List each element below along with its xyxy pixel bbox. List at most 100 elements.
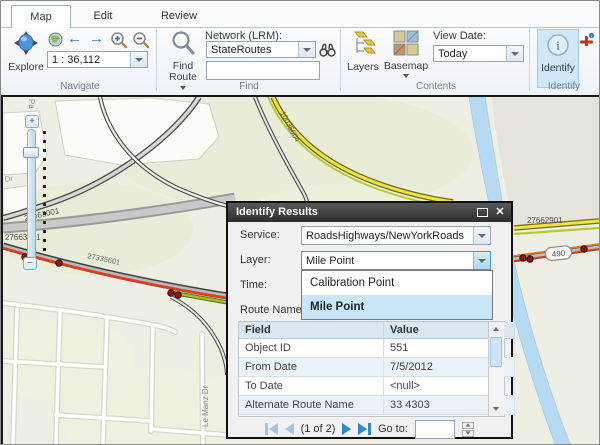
network-dropdown-button[interactable]: [298, 42, 315, 57]
svg-text:490: 490: [551, 249, 566, 259]
dropdown-option-mile-point[interactable]: Mile Point: [302, 295, 492, 319]
table-header-row: Field Value: [239, 322, 515, 339]
scale-combobox[interactable]: 1 : 36,112: [47, 51, 148, 68]
view-date-label: View Date:: [433, 30, 486, 42]
street-label: Le Manz Dr: [201, 385, 210, 427]
layer-dropdown-list: Calibration Point Mile Point: [301, 270, 493, 320]
layer-value: Mile Point: [302, 255, 473, 267]
identify-group-label: Identify: [531, 81, 597, 92]
binoculars-icon[interactable]: [319, 42, 336, 63]
table-row[interactable]: To Date<null>: [239, 377, 515, 396]
zoom-slider[interactable]: + −: [21, 115, 47, 275]
identify-table-body: Object ID551From Date7/5/2012To Date<nul…: [239, 339, 515, 415]
globe-icon[interactable]: [48, 32, 63, 52]
spinner-up-button[interactable]: [462, 422, 474, 429]
route-name-label: Route Name:: [240, 301, 305, 320]
triangle-down-icon: [493, 407, 499, 411]
explore-icon: [12, 29, 40, 62]
attribute-table: Field Value Object ID551From Date7/5/201…: [238, 321, 505, 417]
identify-label: Identify: [541, 63, 575, 74]
tab-review[interactable]: Review: [137, 5, 221, 27]
spinner-down-button[interactable]: [462, 430, 474, 437]
chevron-down-icon: [478, 234, 486, 238]
view-date-combobox[interactable]: Today: [433, 45, 524, 62]
table-row[interactable]: Object ID551: [239, 339, 515, 358]
contents-group-label: Contents: [343, 81, 529, 92]
view-date-dropdown-button[interactable]: [506, 46, 523, 61]
layer-dropdown-button[interactable]: [473, 252, 490, 269]
chevron-down-icon: [303, 48, 311, 52]
scale-value: 1 : 36,112: [48, 54, 130, 66]
street-label: Pa: [27, 99, 36, 110]
triangle-down-icon: [466, 431, 471, 434]
goto-page-input[interactable]: [415, 420, 455, 439]
next-icon: [342, 423, 351, 435]
zoom-slider-ticks: [43, 131, 46, 255]
route-shield-490: 490: [545, 245, 572, 261]
service-combobox[interactable]: RoadsHighways/NewYorkRoads: [301, 226, 491, 245]
next-page-button[interactable]: [342, 423, 351, 435]
triangle-up-icon: [493, 327, 499, 331]
identify-route-tool-icon[interactable]: i: [578, 32, 595, 54]
chevron-down-icon: [511, 52, 519, 56]
dialog-titlebar[interactable]: Identify Results ✕: [228, 203, 511, 222]
zoom-slider-plus-button[interactable]: +: [25, 115, 39, 128]
goto-spinner[interactable]: [462, 422, 474, 437]
layers-button[interactable]: Layers: [345, 29, 381, 73]
scrollbar-thumb[interactable]: [490, 337, 502, 367]
scroll-up-button[interactable]: [489, 322, 503, 336]
route-input[interactable]: [206, 61, 320, 80]
skip-last-icon: [358, 423, 367, 435]
ribbon-tab-row: Map Edit Review: [1, 1, 599, 28]
basemap-button[interactable]: Basemap: [383, 29, 429, 78]
maximize-button[interactable]: [476, 203, 492, 222]
table-scrollbar[interactable]: [488, 322, 504, 416]
table-row[interactable]: Alternate Route Name33 4303: [239, 396, 515, 415]
dropdown-option-calibration-point[interactable]: Calibration Point: [302, 271, 492, 295]
zoom-slider-handle[interactable]: [23, 147, 39, 158]
table-row[interactable]: From Date7/5/2012: [239, 358, 515, 377]
time-label: Time:: [240, 276, 267, 295]
view-date-value: Today: [434, 48, 506, 60]
tab-edit[interactable]: Edit: [71, 5, 135, 27]
basemap-label: Basemap: [384, 61, 428, 72]
goto-label: Go to:: [378, 423, 408, 435]
layer-label: Layer:: [240, 251, 271, 270]
service-label: Service:: [240, 226, 280, 245]
layer-combobox[interactable]: Mile Point: [301, 251, 491, 270]
service-dropdown-button[interactable]: [473, 227, 490, 244]
skip-first-icon: [269, 423, 278, 435]
last-page-button[interactable]: [358, 423, 371, 435]
scale-dropdown-button[interactable]: [130, 52, 147, 67]
close-icon: ✕: [495, 206, 504, 218]
identify-icon: i: [546, 33, 570, 60]
field-cell: Object ID: [239, 339, 384, 358]
chevron-down-icon: [478, 259, 486, 263]
back-arrow-icon[interactable]: ←: [67, 31, 82, 47]
previous-page-button[interactable]: [285, 423, 294, 435]
tab-map[interactable]: Map: [11, 5, 71, 28]
layers-label: Layers: [347, 62, 379, 73]
identify-results-dialog: Identify Results ✕ Service: RoadsHighway…: [226, 201, 513, 439]
svg-text:i: i: [556, 38, 560, 53]
pagination-bar: (1 of 2) Go to:: [238, 420, 501, 438]
basemap-icon: [393, 29, 420, 61]
find-route-icon: [170, 30, 196, 61]
field-column-header[interactable]: Field: [239, 322, 384, 339]
scroll-down-button[interactable]: [489, 402, 503, 416]
network-combobox[interactable]: StateRoutes: [206, 41, 316, 58]
application-window: Map Edit Review Explore: [0, 0, 600, 445]
layers-icon: [349, 29, 377, 62]
page-indicator: (1 of 2): [301, 423, 336, 435]
previous-icon: [285, 423, 294, 435]
first-page-button[interactable]: [265, 423, 278, 435]
field-cell: From Date: [239, 358, 384, 377]
identify-button[interactable]: i Identify: [537, 29, 579, 88]
zoom-slider-minus-button[interactable]: −: [23, 257, 37, 270]
forward-arrow-icon[interactable]: →: [89, 31, 104, 47]
triangle-up-icon: [466, 423, 471, 426]
explore-button[interactable]: Explore: [6, 29, 46, 73]
street-label: Dr: [4, 174, 14, 184]
close-button[interactable]: ✕: [492, 203, 508, 222]
chevron-down-icon: [403, 74, 409, 78]
